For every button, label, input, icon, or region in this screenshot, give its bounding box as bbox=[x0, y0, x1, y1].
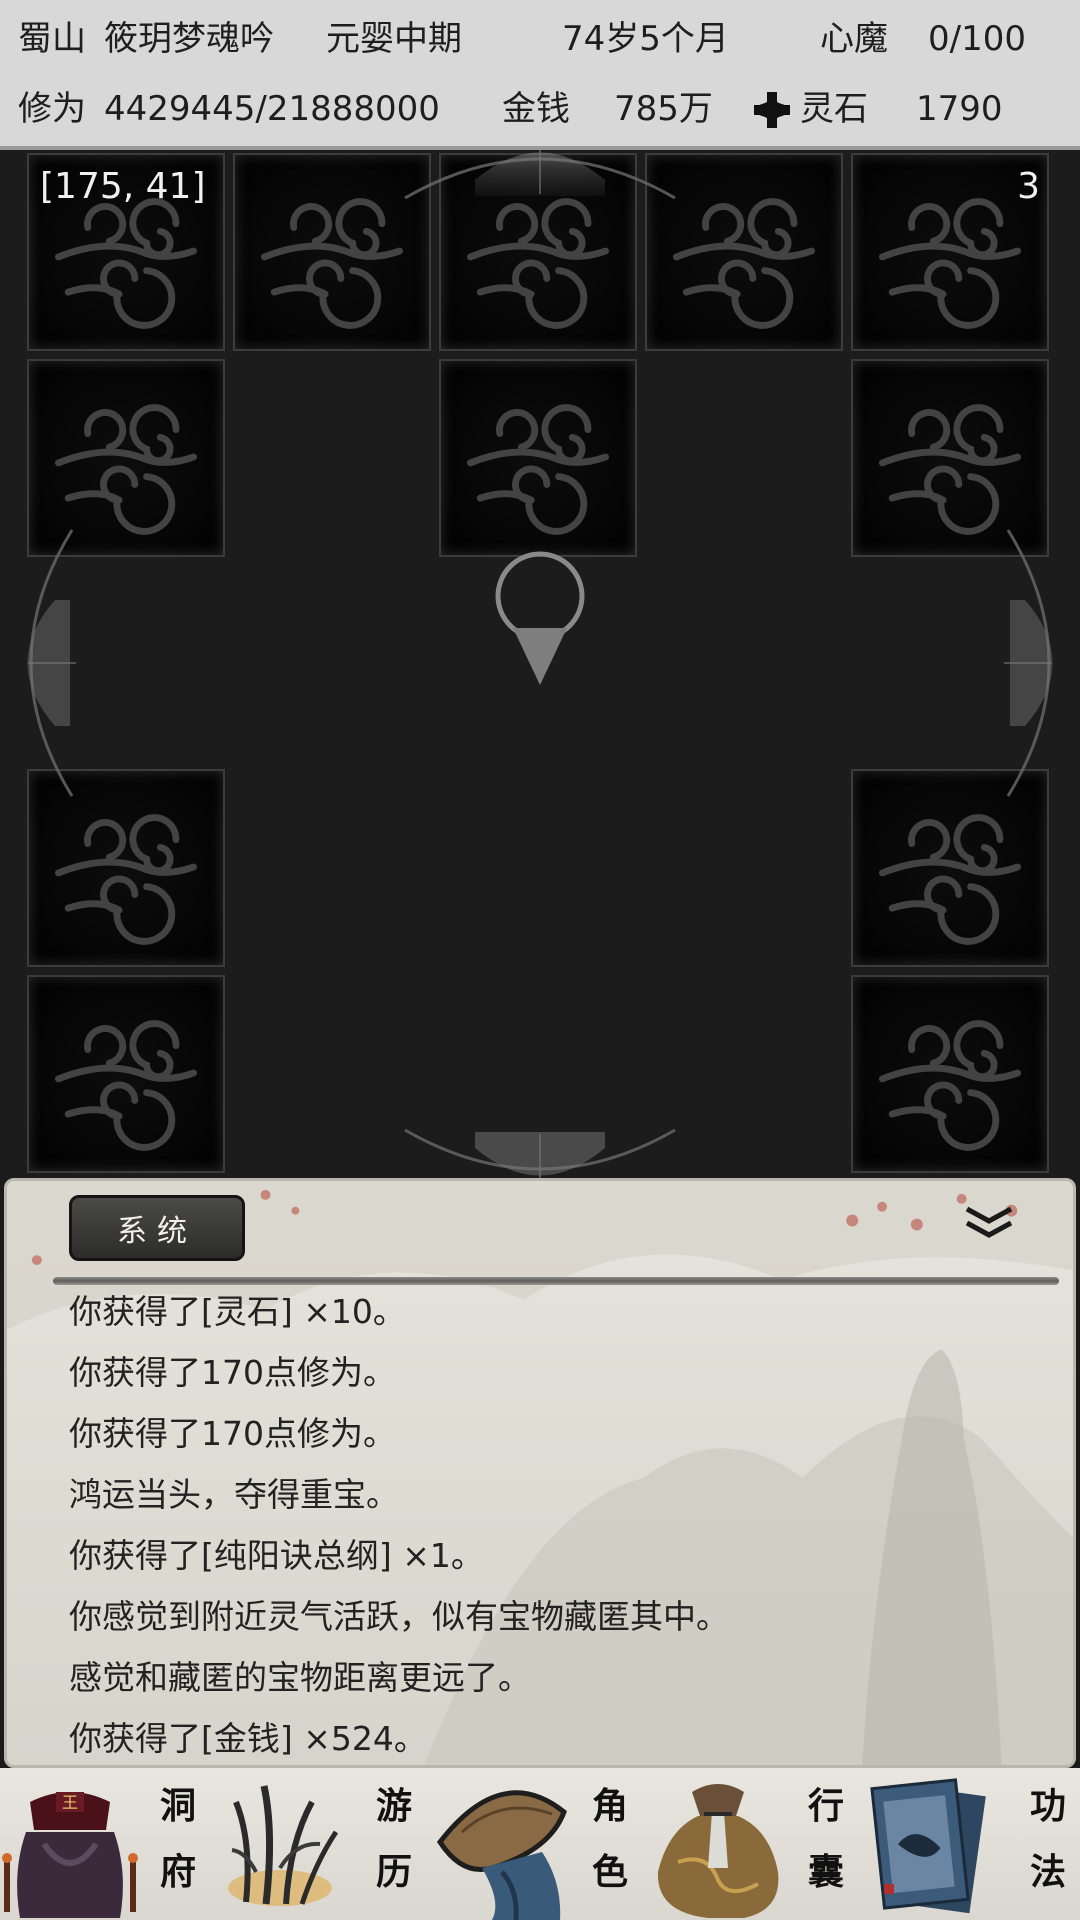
money-value: 785万 bbox=[614, 89, 713, 129]
nav-inventory-button[interactable]: 行 囊 bbox=[648, 1768, 860, 1920]
svg-text:王: 王 bbox=[62, 1793, 78, 1812]
fog-cloud-icon bbox=[466, 404, 610, 535]
fog-tile[interactable] bbox=[27, 975, 225, 1173]
fog-cloud-icon bbox=[54, 814, 198, 945]
nav-inventory-label-2: 囊 bbox=[807, 1851, 844, 1893]
fog-cloud-icon bbox=[878, 404, 1022, 535]
inventory-bag-icon bbox=[657, 1784, 779, 1918]
move-left-button[interactable] bbox=[27, 529, 77, 797]
character-age: 74岁5个月 bbox=[562, 19, 729, 59]
log-message: 你感觉到附近灵气活跃，似有宝物藏匿其中。 bbox=[69, 1597, 729, 1636]
cultivation-value: 4429445/21888000 bbox=[104, 89, 440, 129]
nav-cave-abode-button[interactable]: 王 洞 府 bbox=[0, 1768, 212, 1920]
fog-tile[interactable] bbox=[27, 359, 225, 557]
nav-travel-button[interactable]: 游 历 bbox=[216, 1768, 428, 1920]
message-list[interactable]: 你获得了[灵石] ×10。 你获得了170点修为。 你获得了170点修为。 鸿运… bbox=[69, 1281, 1053, 1765]
nav-techniques-button[interactable]: 功 法 bbox=[864, 1768, 1080, 1920]
travel-grass-icon bbox=[228, 1785, 339, 1906]
heart-demon-label: 心魔 bbox=[820, 19, 888, 59]
map-coordinates: [175, 41] bbox=[40, 166, 206, 207]
player-location-pin-icon bbox=[495, 551, 585, 685]
status-bar: 蜀山 筱玥梦魂吟 元婴中期 74岁5个月 心魔 0/100 修为 4429445… bbox=[0, 0, 1080, 150]
nav-inventory-label-1: 行 bbox=[807, 1785, 844, 1827]
tab-system[interactable]: 系统 bbox=[69, 1195, 245, 1261]
nav-travel-label-1: 游 bbox=[375, 1785, 412, 1827]
dungeon-map[interactable]: [175, 41] 3 bbox=[0, 150, 1080, 1178]
nav-techniques-label-1: 功 bbox=[1029, 1785, 1066, 1827]
log-message: 鸿运当头，夺得重宝。 bbox=[69, 1475, 399, 1514]
bottom-navigation: 王 洞 府 游 历 角 色 行 囊 功 法 bbox=[0, 1768, 1080, 1920]
nav-character-label-1: 角 bbox=[591, 1785, 628, 1827]
fog-tile[interactable] bbox=[851, 769, 1049, 967]
nav-cave-label-1: 洞 bbox=[159, 1785, 196, 1827]
fog-cloud-icon bbox=[260, 198, 404, 329]
cave-abode-icon: 王 bbox=[2, 1792, 138, 1918]
fog-cloud-icon bbox=[672, 198, 816, 329]
cultivation-label: 修为 bbox=[18, 89, 86, 129]
techniques-book-icon bbox=[870, 1778, 986, 1914]
log-message: 你获得了170点修为。 bbox=[69, 1353, 396, 1392]
log-message: 你获得了[纯阳诀总纲] ×1。 bbox=[69, 1536, 484, 1575]
log-message: 你获得了[灵石] ×10。 bbox=[69, 1292, 406, 1331]
move-right-button[interactable] bbox=[1004, 529, 1053, 797]
cultivation-realm: 元婴中期 bbox=[326, 19, 462, 59]
character-name: 筱玥梦魂吟 bbox=[104, 19, 274, 59]
fog-tile[interactable] bbox=[645, 153, 843, 351]
fog-tile[interactable] bbox=[27, 769, 225, 967]
spirit-stone-label: 灵石 bbox=[800, 89, 868, 129]
fog-tile[interactable] bbox=[439, 359, 637, 557]
money-label: 金钱 bbox=[502, 89, 570, 129]
nav-travel-label-2: 历 bbox=[375, 1851, 412, 1893]
fog-tile[interactable] bbox=[233, 153, 431, 351]
location: 蜀山 bbox=[18, 19, 86, 59]
fog-tile[interactable] bbox=[851, 975, 1049, 1173]
spirit-stone-value: 1790 bbox=[916, 89, 1003, 129]
fog-cloud-icon bbox=[878, 814, 1022, 945]
log-message: 你获得了[金钱] ×524。 bbox=[69, 1719, 427, 1758]
heart-demon-value: 0/100 bbox=[928, 19, 1026, 59]
fog-tile[interactable] bbox=[851, 359, 1049, 557]
nav-character-button[interactable]: 角 色 bbox=[432, 1768, 644, 1920]
spirit-stone-icon bbox=[754, 92, 790, 128]
character-straw-hat-icon bbox=[436, 1790, 567, 1920]
message-log-panel: 系统 你获得了[灵石] ×10。 你获得了170点修为。 你获得了170点修为。… bbox=[4, 1178, 1076, 1768]
log-message: 你获得了170点修为。 bbox=[69, 1414, 396, 1453]
fog-cloud-icon bbox=[878, 1020, 1022, 1151]
fog-cloud-icon bbox=[54, 404, 198, 535]
map-floor-number: 3 bbox=[1017, 166, 1040, 207]
log-message: 感觉和藏匿的宝物距离更远了。 bbox=[69, 1658, 531, 1697]
nav-cave-label-2: 府 bbox=[159, 1851, 196, 1893]
collapse-double-chevron-icon[interactable] bbox=[961, 1201, 1017, 1241]
nav-character-label-2: 色 bbox=[591, 1851, 628, 1893]
move-down-button[interactable] bbox=[404, 1128, 676, 1178]
fog-cloud-icon bbox=[54, 1020, 198, 1151]
nav-techniques-label-2: 法 bbox=[1029, 1851, 1066, 1893]
